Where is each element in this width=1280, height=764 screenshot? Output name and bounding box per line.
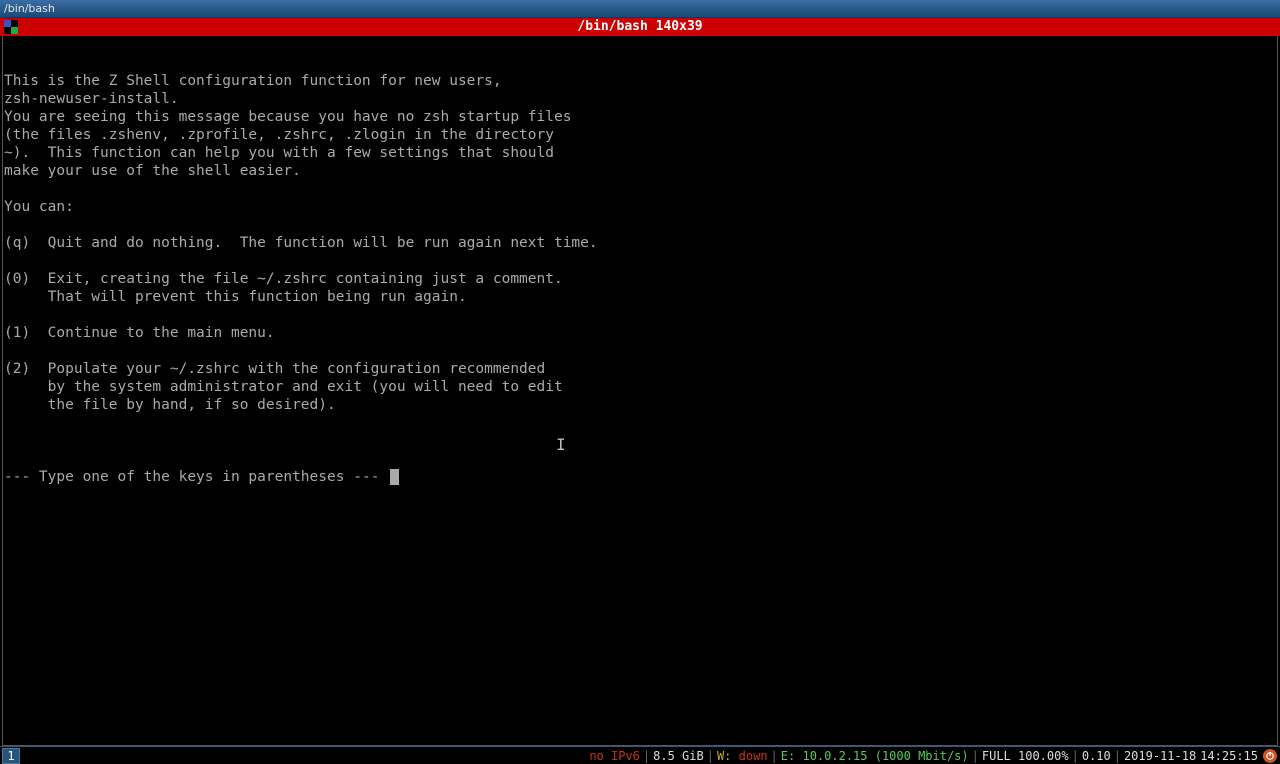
terminal-line: (q) Quit and do nothing. The function wi…: [4, 234, 1277, 252]
window-titlebar[interactable]: /bin/bash: [0, 0, 1280, 18]
power-icon[interactable]: [1263, 749, 1277, 763]
terminal-line: That will prevent this function being ru…: [4, 288, 1277, 306]
terminal-line: [4, 342, 1277, 360]
terminal-line: [4, 180, 1277, 198]
terminal-line: (1) Continue to the main menu.: [4, 324, 1277, 342]
terminal-line: the file by hand, if so desired).: [4, 396, 1277, 414]
terminal-line: [4, 414, 1277, 432]
terminal-line: You are seeing this message because you …: [4, 108, 1277, 126]
terminal-titlebar[interactable]: /bin/bash 140x39: [0, 18, 1280, 36]
terminal-line: (the files .zshenv, .zprofile, .zshrc, .…: [4, 126, 1277, 144]
status-disk: FULL 100.00%: [980, 749, 1071, 763]
terminal-line: ~). This function can help you with a fe…: [4, 144, 1277, 162]
status-time: 14:25:15: [1198, 749, 1260, 763]
terminal[interactable]: This is the Z Shell configuration functi…: [2, 36, 1278, 746]
workspace-button-1[interactable]: 1: [2, 748, 20, 764]
terminal-output: This is the Z Shell configuration functi…: [4, 72, 1277, 432]
terminal-prompt: --- Type one of the keys in parentheses …: [4, 469, 388, 485]
status-ipv6: no IPv6: [587, 749, 642, 763]
terminal-line: (0) Exit, creating the file ~/.zshrc con…: [4, 270, 1277, 288]
terminal-container: This is the Z Shell configuration functi…: [0, 36, 1280, 746]
terminal-line: [4, 306, 1277, 324]
terminal-line: [4, 252, 1277, 270]
status-memory: 8.5 GiB: [651, 749, 706, 763]
terminal-line: [4, 216, 1277, 234]
terminal-line: You can:: [4, 198, 1277, 216]
status-wlan: W: down: [715, 749, 770, 763]
terminal-prompt-line: --- Type one of the keys in parentheses …: [4, 468, 1277, 486]
terminal-line: zsh-newuser-install.: [4, 90, 1277, 108]
statusbar: 1 no IPv6 | 8.5 GiB | W: down | E: 10.0.…: [0, 746, 1280, 764]
terminal-app-icon: [2, 18, 20, 36]
terminal-cursor: [390, 469, 399, 485]
status-date: 2019-11-18: [1122, 749, 1198, 763]
terminal-line: make your use of the shell easier.: [4, 162, 1277, 180]
window-title: /bin/bash: [4, 2, 55, 15]
terminal-line: This is the Z Shell configuration functi…: [4, 72, 1277, 90]
status-eth: E: 10.0.2.15 (1000 Mbit/s): [779, 749, 971, 763]
terminal-line: (2) Populate your ~/.zshrc with the conf…: [4, 360, 1277, 378]
terminal-title: /bin/bash 140x39: [20, 18, 1260, 36]
terminal-line: by the system administrator and exit (yo…: [4, 378, 1277, 396]
mouse-text-cursor: I: [556, 436, 566, 454]
status-load: 0.10: [1080, 749, 1113, 763]
